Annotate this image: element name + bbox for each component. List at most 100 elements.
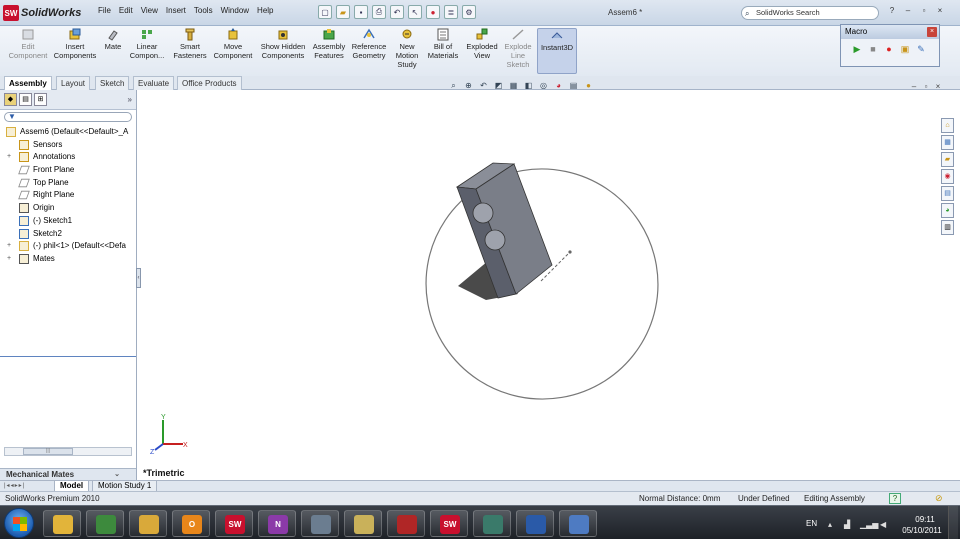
bill-of-materials-button[interactable]: Bill of Materials: [424, 28, 462, 60]
taskbar-app-solidworks[interactable]: SW: [215, 510, 253, 537]
tray-expand-icon[interactable]: ▴: [828, 520, 832, 529]
graphics-area[interactable]: [138, 90, 938, 468]
select-pointer-icon[interactable]: ↖: [408, 5, 422, 19]
insert-components-button[interactable]: Insert Components: [52, 28, 98, 60]
help-button[interactable]: ?: [886, 6, 898, 15]
macro-close-icon[interactable]: ×: [927, 27, 937, 37]
menu-edit[interactable]: Edit: [119, 6, 133, 15]
menu-window[interactable]: Window: [221, 6, 249, 15]
tree-expand-icon[interactable]: +: [7, 240, 11, 252]
exploded-view-button[interactable]: Exploded View: [464, 28, 500, 60]
taskbar-app-outlook[interactable]: O: [172, 510, 210, 537]
taskbar-app-file-manager[interactable]: [129, 510, 167, 537]
show-desktop-button[interactable]: [948, 506, 958, 539]
custom-properties-icon[interactable]: ▥: [941, 220, 954, 235]
tree-item[interactable]: Origin: [0, 202, 136, 215]
reference-geometry-button[interactable]: Reference Geometry: [350, 28, 388, 60]
tree-expand-icon[interactable]: +: [7, 151, 11, 163]
linear-pattern-button[interactable]: Linear Compon...: [127, 28, 167, 60]
stop-macro-icon[interactable]: ■: [867, 43, 879, 55]
print-icon[interactable]: ⎙: [372, 5, 386, 19]
new-macro-icon[interactable]: ▣: [899, 43, 911, 55]
minimize-button[interactable]: –: [902, 6, 914, 15]
tab-scroll-arrows-icon[interactable]: |◂◂▸▸|: [4, 482, 25, 489]
taskbar-app-remote-app[interactable]: [473, 510, 511, 537]
tree-item[interactable]: Assem6 (Default<<Default>_A: [0, 126, 136, 139]
menu-view[interactable]: View: [141, 6, 158, 15]
run-macro-icon[interactable]: ▶: [851, 43, 863, 55]
hole-2[interactable]: [484, 229, 506, 251]
tree-item[interactable]: Top Plane: [0, 177, 136, 190]
tab-office-products[interactable]: Office Products: [177, 76, 242, 90]
tree-expand-icon[interactable]: +: [7, 253, 11, 265]
options-icon[interactable]: ⚙: [462, 5, 476, 19]
taskbar-app-explorer[interactable]: [43, 510, 81, 537]
menu-help[interactable]: Help: [257, 6, 273, 15]
volume-icon[interactable]: ◀: [880, 520, 886, 529]
tab-layout[interactable]: Layout: [56, 76, 91, 90]
mechanical-mates-header[interactable]: Mechanical Mates ⌄: [0, 468, 136, 480]
appearances-icon[interactable]: ◕: [941, 203, 954, 218]
new-document-icon[interactable]: ▢: [318, 5, 332, 19]
tree-item[interactable]: + (-) phil<1> (Default<<Defa: [0, 240, 136, 253]
assembly-features-button[interactable]: Assembly Features: [309, 28, 349, 60]
tree-item[interactable]: Sketch2: [0, 228, 136, 241]
menu-tools[interactable]: Tools: [194, 6, 213, 15]
tree-item[interactable]: + Annotations: [0, 151, 136, 164]
new-motion-study-button[interactable]: New Motion Study: [393, 28, 421, 69]
tree-item[interactable]: Front Plane: [0, 164, 136, 177]
save-icon[interactable]: ▪: [354, 5, 368, 19]
start-button[interactable]: [4, 508, 34, 538]
taskbar-app-folders[interactable]: [344, 510, 382, 537]
network-icon[interactable]: ▟: [844, 520, 850, 529]
panel-horizontal-scrollbar[interactable]: |||: [4, 447, 132, 456]
rebuild-icon[interactable]: ●: [426, 5, 440, 19]
sketch-circle[interactable]: [405, 147, 680, 420]
tab-assembly[interactable]: Assembly: [4, 76, 52, 90]
search-results-icon[interactable]: ◉: [941, 169, 954, 184]
tree-filter-input[interactable]: ▼: [4, 112, 132, 122]
signal-icon[interactable]: ▁▃▅: [860, 520, 878, 529]
tab-evaluate[interactable]: Evaluate: [133, 76, 175, 90]
clock-time[interactable]: 09:11: [910, 515, 940, 524]
scrollbar-thumb[interactable]: |||: [23, 448, 73, 455]
app-logo[interactable]: SW SolidWorks: [3, 4, 93, 22]
mate-button[interactable]: Mate: [100, 28, 126, 51]
clock-date[interactable]: 05/10/2011: [900, 526, 944, 535]
smart-fasteners-button[interactable]: Smart Fasteners: [170, 28, 210, 60]
restore-button[interactable]: ▫: [918, 6, 930, 15]
taskbar-app-calculator[interactable]: [301, 510, 339, 537]
undo-icon[interactable]: ↶: [390, 5, 404, 19]
hole-1[interactable]: [472, 202, 494, 224]
instant3d-button[interactable]: Instant3D: [537, 28, 577, 74]
explode-line-sketch-button[interactable]: Explode Line Sketch: [502, 28, 534, 69]
move-component-button[interactable]: Move Component: [213, 28, 253, 60]
tree-item[interactable]: (-) Sketch1: [0, 215, 136, 228]
show-hidden-components-button[interactable]: Show Hidden Components: [259, 28, 307, 60]
tab-sketch[interactable]: Sketch: [95, 76, 130, 90]
feature-tree-tab-icon[interactable]: ◆: [4, 93, 17, 106]
taskbar-app-paint[interactable]: [559, 510, 597, 537]
open-folder-icon[interactable]: ▰: [336, 5, 350, 19]
taskbar-app-chrome[interactable]: [86, 510, 124, 537]
search-input[interactable]: ⌕ SolidWorks Search: [741, 6, 879, 20]
tree-item[interactable]: Sensors: [0, 139, 136, 152]
file-explorer-icon[interactable]: ▰: [941, 152, 954, 167]
expand-panel-chevron-icon[interactable]: »: [128, 95, 132, 104]
tree-item[interactable]: Right Plane: [0, 189, 136, 202]
edit-component-button[interactable]: Edit Component: [6, 28, 50, 60]
taskbar-app-solidworks-2[interactable]: SW: [430, 510, 468, 537]
record-macro-icon[interactable]: ●: [883, 43, 895, 55]
edit-macro-icon[interactable]: ✎: [915, 43, 927, 55]
configuration-manager-tab-icon[interactable]: ⊞: [34, 93, 47, 106]
file-properties-icon[interactable]: ≣: [444, 5, 458, 19]
design-library-icon[interactable]: ▦: [941, 135, 954, 150]
rebuild-indicator-icon[interactable]: ⊘: [935, 492, 943, 505]
taskbar-app-network-app[interactable]: [387, 510, 425, 537]
view-palette-icon[interactable]: ▤: [941, 186, 954, 201]
property-manager-tab-icon[interactable]: ▤: [19, 93, 32, 106]
taskbar-app-paint-app[interactable]: [516, 510, 554, 537]
menu-insert[interactable]: Insert: [166, 6, 186, 15]
tree-item[interactable]: + Mates: [0, 253, 136, 266]
home-icon[interactable]: ⌂: [941, 118, 954, 133]
